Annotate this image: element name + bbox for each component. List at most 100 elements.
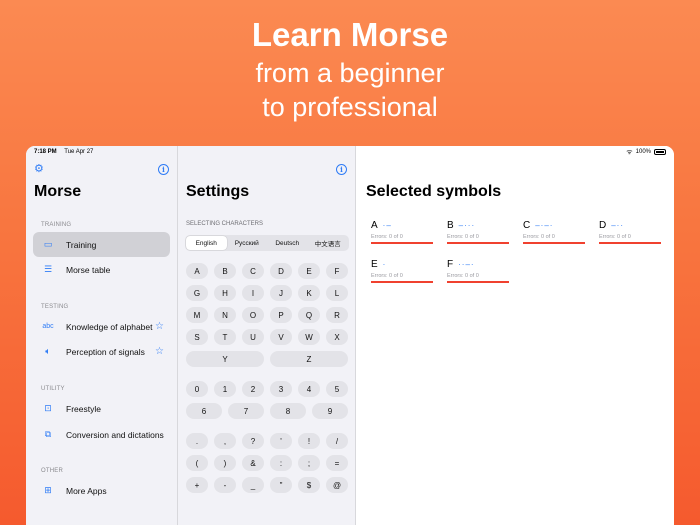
punctuation-key[interactable]: : — [270, 455, 292, 471]
letter-key[interactable]: G — [186, 285, 208, 301]
digit-key[interactable]: 2 — [242, 381, 264, 397]
punctuation-key[interactable]: - — [214, 477, 236, 493]
punctuation-key[interactable]: + — [186, 477, 208, 493]
section-label-other: OTHER — [41, 468, 63, 474]
letter-key[interactable]: T — [214, 329, 236, 345]
digit-key[interactable]: 4 — [298, 381, 320, 397]
punctuation-key[interactable]: _ — [242, 477, 264, 493]
section-label-training: TRAINING — [41, 222, 72, 228]
settings-title: Settings — [186, 183, 250, 200]
digit-key[interactable]: 1 — [214, 381, 236, 397]
sidebar-item-label: Perception of signals — [66, 346, 145, 357]
sidebar-item-conversion-and-dictations[interactable]: ⧉ Conversion and dictations — [33, 422, 170, 447]
letter-key[interactable]: Q — [298, 307, 320, 323]
symbol-card[interactable]: D –·· Errors: 0 of 0 — [599, 220, 661, 244]
punctuation-key[interactable]: & — [242, 455, 264, 471]
symbol-progress-bar — [523, 242, 585, 244]
symbol-errors: Errors: 0 of 0 — [523, 234, 555, 240]
letter-key[interactable]: E — [298, 263, 320, 279]
punctuation-key[interactable]: ? — [242, 433, 264, 449]
letter-key[interactable]: H — [214, 285, 236, 301]
symbol-head: A ·– — [371, 220, 433, 231]
monitor-icon: ▭ — [43, 239, 53, 249]
symbol-morse-code: –·· — [611, 221, 625, 230]
letter-key[interactable]: A — [186, 263, 208, 279]
symbol-card[interactable]: C –·–· Errors: 0 of 0 — [523, 220, 585, 244]
settings-panel: i Settings SELECTING CHARACTERS English … — [178, 146, 356, 525]
letter-key[interactable]: B — [214, 263, 236, 279]
list-icon: ☰ — [43, 264, 53, 274]
letter-key[interactable]: W — [298, 329, 320, 345]
digit-key[interactable]: 7 — [228, 403, 264, 419]
letter-key[interactable]: L — [326, 285, 348, 301]
letter-key[interactable]: P — [270, 307, 292, 323]
language-segment-russian[interactable]: Русский — [227, 236, 268, 250]
letter-key[interactable]: K — [298, 285, 320, 301]
symbol-card[interactable]: F ··–· Errors: 0 of 0 — [447, 259, 509, 283]
sidebar-item-knowledge-of-alphabet[interactable]: abc Knowledge of alphabet ☆ — [33, 314, 170, 339]
letter-key[interactable]: N — [214, 307, 236, 323]
letter-key[interactable]: F — [326, 263, 348, 279]
letter-key[interactable]: U — [242, 329, 264, 345]
punctuation-key[interactable]: $ — [298, 477, 320, 493]
symbol-card[interactable]: B –··· Errors: 0 of 0 — [447, 220, 509, 244]
punctuation-key[interactable]: @ — [326, 477, 348, 493]
sidebar-item-freestyle[interactable]: ⊡ Freestyle — [33, 396, 170, 421]
letter-key[interactable]: D — [270, 263, 292, 279]
symbol-card[interactable]: E · Errors: 0 of 0 — [371, 259, 433, 283]
letter-key[interactable]: I — [242, 285, 264, 301]
symbol-progress-bar — [371, 281, 433, 283]
symbol-head: C –·–· — [523, 220, 585, 231]
symbol-morse-code: · — [382, 260, 387, 269]
battery-icon — [654, 149, 666, 155]
punctuation-key[interactable]: , — [214, 433, 236, 449]
letter-key[interactable]: M — [186, 307, 208, 323]
letter-key[interactable]: Z — [270, 351, 348, 367]
digit-key[interactable]: 8 — [270, 403, 306, 419]
punctuation-key[interactable]: ; — [298, 455, 320, 471]
punctuation-key[interactable]: ! — [298, 433, 320, 449]
sidebar-item-label: Training — [66, 239, 97, 250]
language-segment-chinese[interactable]: 中文语言 — [308, 236, 349, 250]
letter-key[interactable]: J — [270, 285, 292, 301]
digit-key[interactable]: 0 — [186, 381, 208, 397]
selected-symbols-panel: Selected symbols A ·– Errors: 0 of 0 B –··· E… — [356, 146, 674, 525]
punctuation-key[interactable]: / — [326, 433, 348, 449]
digit-key[interactable]: 6 — [186, 403, 222, 419]
punctuation-key[interactable]: ) — [214, 455, 236, 471]
language-segment-german[interactable]: Deutsch — [267, 236, 308, 250]
sidebar-item-morse-table[interactable]: ☰ Morse table — [33, 257, 170, 282]
info-icon[interactable]: i — [336, 163, 347, 175]
punctuation-key[interactable]: ( — [186, 455, 208, 471]
sidebar-item-perception-of-signals[interactable]: 🔈︎ Perception of signals ☆ — [33, 339, 170, 364]
sidebar-title: Morse — [34, 183, 82, 200]
punctuation-key[interactable]: ' — [270, 433, 292, 449]
punctuation-key[interactable]: " — [270, 477, 292, 493]
symbol-char: D — [599, 220, 607, 231]
symbol-morse-code: ·– — [382, 221, 392, 230]
letter-key[interactable]: R — [326, 307, 348, 323]
letter-key[interactable]: X — [326, 329, 348, 345]
digit-key[interactable]: 3 — [270, 381, 292, 397]
symbol-char: B — [447, 220, 454, 231]
symbol-card[interactable]: A ·– Errors: 0 of 0 — [371, 220, 433, 244]
punctuation-key[interactable]: . — [186, 433, 208, 449]
letter-key[interactable]: V — [270, 329, 292, 345]
digit-key[interactable]: 9 — [312, 403, 348, 419]
symbol-char: E — [371, 259, 378, 270]
letter-key[interactable]: C — [242, 263, 264, 279]
gear-icon[interactable]: ⚙ — [34, 163, 44, 175]
sidebar-item-training[interactable]: ▭ Training — [33, 232, 170, 257]
language-segment-english[interactable]: English — [186, 236, 227, 250]
letter-key[interactable]: O — [242, 307, 264, 323]
star-icon[interactable]: ☆ — [155, 321, 164, 332]
info-icon[interactable]: i — [158, 163, 169, 175]
letter-key[interactable]: S — [186, 329, 208, 345]
symbol-progress-bar — [371, 242, 433, 244]
punctuation-key[interactable]: = — [326, 455, 348, 471]
letter-key[interactable]: Y — [186, 351, 264, 367]
sidebar-item-more-apps[interactable]: ⊞ More Apps — [33, 478, 170, 503]
digit-key[interactable]: 5 — [326, 381, 348, 397]
symbol-morse-code: –··· — [458, 221, 476, 230]
star-icon[interactable]: ☆ — [155, 346, 164, 357]
